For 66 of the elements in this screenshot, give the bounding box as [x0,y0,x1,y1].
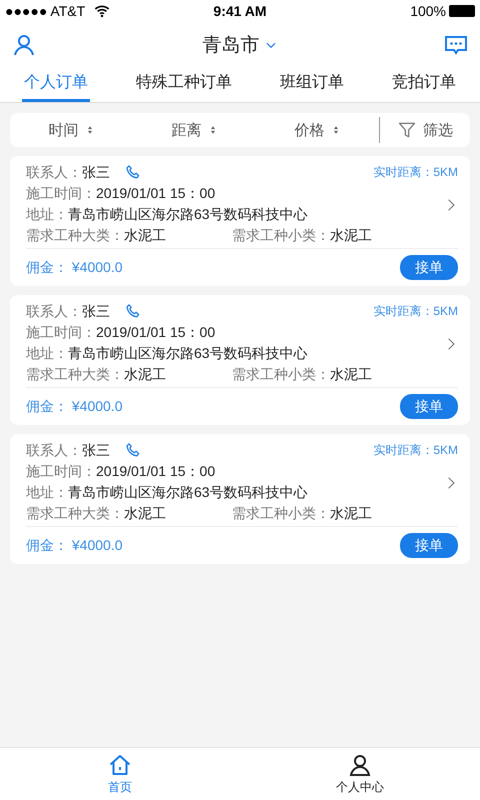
job-category: 水泥工 [124,504,166,522]
city-selector[interactable]: 青岛市 [202,32,278,58]
work-time: 2019/01/01 15：00 [96,324,216,342]
job-category: 水泥工 [124,226,166,244]
job-subcategory: 水泥工 [330,504,372,522]
tab[interactable]: 竞拍订单 [390,68,458,102]
order-card[interactable]: 联系人：张三 实时距离：5KM 施工时间：2019/01/01 15：00 地址：青岛市崂山区海尔路63号数码科技中心 需求工种大类：水泥工 需求工种小类：水泥工 佣金： ¥4000.0 接单 [10,295,470,425]
sort-option[interactable]: 距离 [133,120,256,140]
battery-icon [449,5,475,17]
accept-button[interactable]: 接单 [400,533,458,558]
field-label: 需求工种大类： [26,366,124,384]
phone-icon[interactable] [124,442,142,460]
field-label: 需求工种小类： [232,366,330,384]
work-time: 2019/01/01 15：00 [96,462,216,480]
job-category: 水泥工 [124,366,166,384]
distance-label: 实时距离：5KM [373,164,458,181]
filter-button[interactable]: 筛选 [380,120,470,140]
accept-button[interactable]: 接单 [400,394,458,419]
field-label: 联系人： [26,442,82,460]
accept-button[interactable]: 接单 [400,255,458,280]
address: 青岛市崂山区海尔路63号数码科技中心 [68,484,308,502]
home-icon [108,752,132,776]
work-time: 2019/01/01 15：00 [96,184,216,202]
commission-label: 佣金： ¥4000.0 [26,258,122,276]
field-label: 施工时间： [26,324,96,342]
carrier-label: ●●●●● AT&T [5,3,86,19]
contact-name: 张三 [82,302,110,320]
contact-name: 张三 [82,442,110,460]
distance-label: 实时距离：5KM [373,442,458,459]
nav-tab[interactable]: 个人中心 [240,748,480,800]
commission-label: 佣金： ¥4000.0 [26,398,122,416]
field-label: 需求工种小类： [232,504,330,522]
field-label: 地址： [26,344,68,362]
funnel-icon [397,120,417,140]
field-label: 需求工种大类： [26,226,124,244]
sort-option[interactable]: 时间 [10,120,133,140]
field-label: 地址： [26,206,68,224]
address: 青岛市崂山区海尔路63号数码科技中心 [68,344,308,362]
address: 青岛市崂山区海尔路63号数码科技中心 [68,206,308,224]
person-icon [348,752,372,776]
field-label: 需求工种小类： [232,226,330,244]
distance-label: 实时距离：5KM [373,303,458,320]
field-label: 施工时间： [26,462,96,480]
field-label: 地址： [26,484,68,502]
job-subcategory: 水泥工 [330,366,372,384]
wifi-icon [93,3,112,19]
tab[interactable]: 班组订单 [278,68,346,102]
phone-icon[interactable] [124,302,142,320]
phone-icon[interactable] [124,164,142,182]
contact-name: 张三 [82,164,110,182]
field-label: 联系人： [26,302,82,320]
sort-option[interactable]: 价格 [256,120,379,140]
tab[interactable]: 个人订单 [22,68,90,102]
order-card[interactable]: 联系人：张三 实时距离：5KM 施工时间：2019/01/01 15：00 地址：青岛市崂山区海尔路63号数码科技中心 需求工种大类：水泥工 需求工种小类：水泥工 佣金： ¥4000.0 接单 [10,156,470,286]
field-label: 需求工种大类： [26,504,124,522]
clock: 9:41 AM [212,3,268,19]
field-label: 施工时间： [26,184,96,202]
commission-label: 佣金： ¥4000.0 [26,536,122,554]
message-icon[interactable] [444,33,468,57]
battery-percent: 100% [410,3,446,19]
job-subcategory: 水泥工 [330,226,372,244]
person-icon[interactable] [12,33,36,57]
order-card[interactable]: 联系人：张三 实时距离：5KM 施工时间：2019/01/01 15：00 地址：青岛市崂山区海尔路63号数码科技中心 需求工种大类：水泥工 需求工种小类：水泥工 佣金： ¥4000.0 接单 [10,434,470,564]
nav-tab[interactable]: 首页 [0,748,240,800]
field-label: 联系人： [26,164,82,182]
tab[interactable]: 特殊工种订单 [134,68,234,102]
